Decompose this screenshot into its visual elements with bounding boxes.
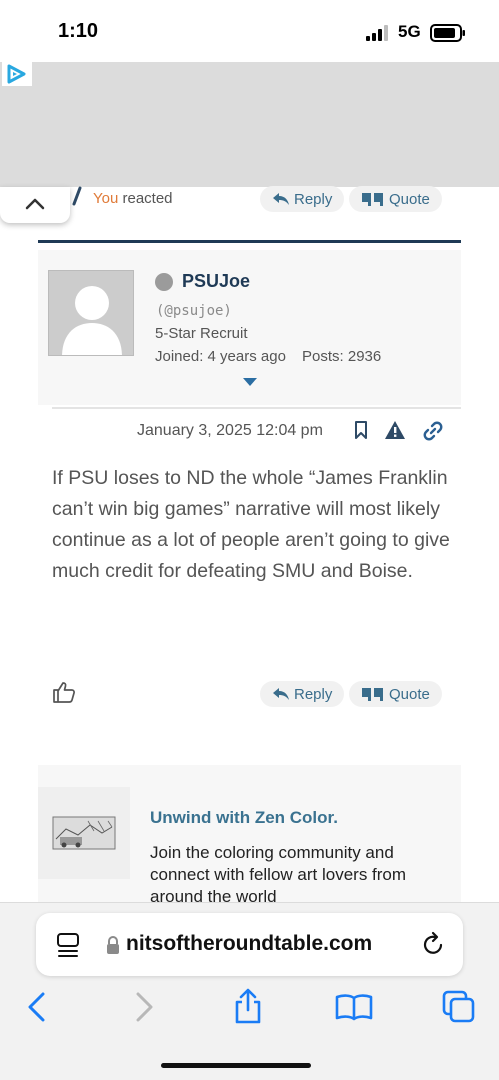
forward-chevron-icon[interactable] (133, 990, 157, 1028)
reply-icon (273, 688, 289, 700)
reply-button[interactable]: Reply (260, 681, 345, 707)
quote-button[interactable]: Quote (349, 681, 442, 707)
promo-thumbnail[interactable] (38, 787, 130, 879)
bookmark-icon[interactable] (354, 421, 368, 443)
offline-status-dot (155, 273, 173, 291)
share-icon[interactable] (232, 987, 264, 1029)
ad-choices-icon[interactable] (2, 62, 32, 86)
ad-banner[interactable] (0, 62, 499, 187)
bookmarks-book-icon[interactable] (335, 993, 373, 1025)
home-indicator[interactable] (161, 1063, 311, 1068)
reply-label: Reply (294, 190, 333, 208)
reacted-label: reacted (118, 190, 173, 207)
author-post-count: Posts: 2936 (302, 348, 382, 365)
quote-icon (362, 193, 383, 206)
back-chevron-icon[interactable] (24, 990, 48, 1028)
promo-title[interactable]: Unwind with Zen Color. (150, 808, 338, 828)
like-thumbs-up-icon[interactable] (52, 680, 76, 708)
network-type: 5G (398, 22, 421, 41)
quote-icon (362, 688, 383, 701)
collapse-ad-button[interactable] (0, 187, 70, 223)
reply-button[interactable]: Reply (260, 186, 345, 212)
quote-label: Quote (389, 190, 430, 208)
reacted-status: You reacted (93, 190, 173, 207)
reply-label: Reply (294, 685, 333, 703)
permalink-icon[interactable] (423, 421, 443, 445)
battery-icon (430, 24, 466, 46)
lock-icon (105, 935, 121, 959)
post-date: January 3, 2025 12:04 pm (137, 422, 323, 439)
status-time: 1:10 (58, 20, 99, 42)
reload-icon[interactable] (422, 931, 446, 961)
author-joined: Joined: 4 years ago (155, 348, 286, 365)
reacted-you: You (93, 190, 119, 207)
author-rank: 5-Star Recruit (155, 325, 248, 342)
reply-icon (273, 193, 289, 205)
url-text[interactable]: nitsoftheroundtable.com (126, 932, 372, 956)
tabs-icon[interactable] (442, 990, 476, 1028)
chevron-up-icon (25, 198, 45, 210)
reaction-icon (70, 186, 84, 212)
cellular-signal-icon (366, 25, 392, 45)
author-name[interactable]: PSUJoe (182, 271, 250, 292)
report-warning-icon[interactable] (384, 420, 406, 444)
quote-label: Quote (389, 685, 430, 703)
expand-author-caret-icon[interactable] (243, 378, 257, 386)
post-divider (38, 240, 461, 243)
page-menu-icon[interactable] (56, 932, 80, 962)
avatar[interactable] (48, 270, 134, 356)
meta-divider (52, 407, 461, 409)
post-body: If PSU loses to ND the whole “James Fran… (52, 467, 450, 582)
promo-text: Join the coloring community and connect … (150, 843, 407, 906)
author-handle: (@psujoe) (156, 303, 232, 319)
quote-button[interactable]: Quote (349, 186, 442, 212)
